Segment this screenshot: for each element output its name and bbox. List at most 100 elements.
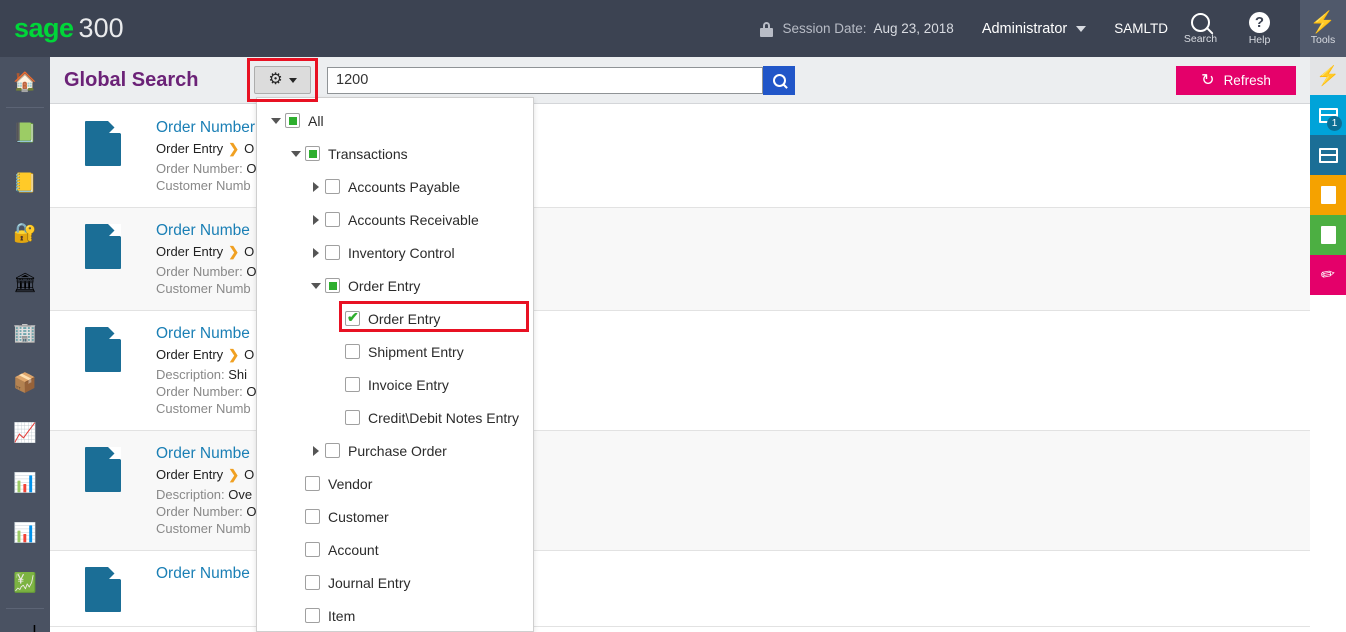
detail-label: Order Number: bbox=[156, 264, 247, 279]
filter-tree-node[interactable]: Journal Entry bbox=[257, 566, 533, 599]
filter-tree-node[interactable]: Purchase Order bbox=[257, 434, 533, 467]
tree-expand-toggle-closed[interactable] bbox=[313, 445, 319, 456]
filter-checkbox[interactable] bbox=[325, 179, 340, 194]
pencil-icon: ✏ bbox=[1319, 263, 1337, 286]
filter-checkbox[interactable] bbox=[345, 309, 360, 326]
tools-button[interactable]: ⚡ Tools bbox=[1300, 0, 1346, 57]
filter-checkbox[interactable] bbox=[325, 443, 340, 458]
tree-expand-toggle-open[interactable] bbox=[271, 117, 281, 124]
sidebar-item-tax-services[interactable]: 💹 bbox=[0, 558, 50, 608]
search-filter-dropdown[interactable]: All Transactions Accounts Payable Accounts … bbox=[256, 97, 534, 632]
sidebar-item-home[interactable]: 🏠 bbox=[0, 57, 50, 107]
refresh-button[interactable]: ↻ Refresh bbox=[1176, 66, 1296, 95]
detail-label: Order Number: bbox=[156, 384, 247, 399]
tree-expand-toggle-open[interactable] bbox=[311, 282, 321, 289]
sidebar-item-inventory-control[interactable]: 📦 bbox=[0, 358, 50, 408]
filter-tree-node[interactable]: Invoice Entry bbox=[257, 368, 533, 401]
tool-tile-tools-panel[interactable]: ⚡ bbox=[1310, 57, 1346, 95]
filter-checkbox[interactable] bbox=[345, 344, 360, 359]
search-button-top[interactable]: Search bbox=[1174, 0, 1227, 57]
search-settings-button[interactable]: ⚙ bbox=[254, 66, 311, 94]
filter-tree-node[interactable]: Customer bbox=[257, 500, 533, 533]
filter-checkbox[interactable] bbox=[325, 245, 340, 260]
tree-twisty-cell[interactable] bbox=[287, 150, 305, 157]
filter-tree-node[interactable]: Shipment Entry bbox=[257, 335, 533, 368]
filter-checkbox[interactable] bbox=[305, 146, 320, 161]
sage300-logo[interactable]: sage 300 bbox=[14, 13, 124, 44]
tools-button-label: Tools bbox=[1310, 33, 1336, 46]
filter-checkbox[interactable] bbox=[305, 542, 320, 557]
collapse-arrow-icon: →| bbox=[13, 623, 37, 632]
filter-checkbox[interactable] bbox=[305, 608, 320, 623]
filter-checkbox[interactable] bbox=[345, 377, 360, 392]
tool-tile-recent-windows[interactable] bbox=[1310, 135, 1346, 175]
filter-tree-node[interactable]: Transactions bbox=[257, 137, 533, 170]
filter-tree-node[interactable]: Credit\Debit Notes Entry bbox=[257, 401, 533, 434]
filter-tree-node[interactable]: Account bbox=[257, 533, 533, 566]
tree-twisty-cell[interactable] bbox=[307, 247, 325, 258]
filter-tree-node[interactable]: Order Entry bbox=[257, 301, 533, 335]
search-results-list[interactable]: Order Number Order Entry ❯ O Order Number: O… bbox=[50, 105, 1310, 632]
filter-tree-node[interactable]: Accounts Payable bbox=[257, 170, 533, 203]
sidebar-item-project-job-costing[interactable]: 📊 bbox=[0, 508, 50, 558]
search-input[interactable] bbox=[327, 66, 763, 94]
filter-node-label: Credit\Debit Notes Entry bbox=[368, 409, 519, 426]
filter-checkbox[interactable] bbox=[305, 509, 320, 524]
gear-icon: ⚙ bbox=[268, 71, 283, 88]
filter-tree-node[interactable]: All bbox=[257, 104, 533, 137]
right-tool-sidebar: ⚡ 1 ✏ bbox=[1310, 57, 1346, 632]
filter-checkbox[interactable] bbox=[305, 476, 320, 491]
filter-checkbox[interactable] bbox=[305, 575, 320, 590]
result-row[interactable]: Order Numbe bbox=[50, 551, 1310, 627]
tree-expand-toggle-open[interactable] bbox=[291, 150, 301, 157]
filter-node-label: Order Entry bbox=[368, 310, 441, 327]
filter-tree-node[interactable]: Accounts Receivable bbox=[257, 203, 533, 236]
filter-tree-node[interactable]: Vendor bbox=[257, 467, 533, 500]
sidebar-item-general-ledger[interactable]: 📗 bbox=[0, 108, 50, 158]
filter-node-label: Vendor bbox=[328, 475, 373, 492]
sidebar-item-common-services[interactable]: 🏢 bbox=[0, 308, 50, 358]
breadcrumb-child: O bbox=[244, 347, 255, 362]
help-button[interactable]: ? Help bbox=[1233, 0, 1286, 57]
result-row[interactable]: Order Numbe Order Entry ❯ O Description: Shi… bbox=[50, 311, 1310, 431]
result-row[interactable]: Order Numbe Order Entry ❯ O Order Number: OC… bbox=[50, 208, 1310, 311]
filter-tree-node[interactable]: Inventory Control bbox=[257, 236, 533, 269]
tree-twisty-cell[interactable] bbox=[307, 282, 325, 289]
tree-twisty-cell[interactable] bbox=[307, 445, 325, 456]
filter-node-label: Purchase Order bbox=[348, 442, 447, 459]
tree-expand-toggle-closed[interactable] bbox=[313, 181, 319, 192]
tool-tile-reports[interactable] bbox=[1310, 175, 1346, 215]
search-submit-button[interactable] bbox=[763, 65, 795, 95]
sidebar-item-purchase-orders[interactable]: 📊 bbox=[0, 458, 50, 508]
tool-tile-notes[interactable]: ✏ bbox=[1310, 255, 1346, 295]
sidebar-item-administrative-services[interactable]: 🔐 bbox=[0, 208, 50, 258]
tree-expand-toggle-closed[interactable] bbox=[313, 214, 319, 225]
detail-value: O bbox=[246, 161, 257, 176]
filter-checkbox[interactable] bbox=[345, 410, 360, 425]
filter-checkbox[interactable] bbox=[285, 113, 300, 128]
sidebar-item-bank-services[interactable]: 🏛 bbox=[0, 258, 50, 308]
user-menu[interactable]: Administrator bbox=[982, 21, 1087, 37]
result-row[interactable]: Order Numbe Order Entry ❯ O Description: Ove… bbox=[50, 431, 1310, 551]
tool-tile-inquiry[interactable] bbox=[1310, 215, 1346, 255]
filter-checkbox[interactable] bbox=[325, 212, 340, 227]
main-content: Global Search ⚙ ↻ Refresh Order NumberOr… bbox=[50, 57, 1310, 632]
filter-tree-node[interactable]: Item bbox=[257, 599, 533, 631]
tree-expand-toggle-closed[interactable] bbox=[313, 247, 319, 258]
tree-twisty-cell[interactable] bbox=[307, 181, 325, 192]
filter-tree-node[interactable]: Order Entry bbox=[257, 269, 533, 302]
filter-node-label: Inventory Control bbox=[348, 244, 455, 261]
tool-tile-open-windows[interactable]: 1 bbox=[1310, 95, 1346, 135]
result-row[interactable]: Order Number Order Entry ❯ O Order Number: O… bbox=[50, 105, 1310, 208]
sidebar-item-accounts-payable[interactable]: 📒 bbox=[0, 158, 50, 208]
detail-value: O bbox=[246, 264, 257, 279]
tree-twisty-cell[interactable] bbox=[307, 214, 325, 225]
filter-checkbox[interactable] bbox=[325, 278, 340, 293]
result-icon-cell bbox=[50, 565, 156, 612]
sidebar-item-collapse-menu[interactable]: →| bbox=[0, 609, 50, 632]
session-date-value[interactable]: Aug 23, 2018 bbox=[873, 21, 953, 36]
filter-node-label: Customer bbox=[328, 508, 389, 525]
orange-chart-icon: 📊 bbox=[13, 523, 37, 544]
tree-twisty-cell[interactable] bbox=[267, 117, 285, 124]
sidebar-item-order-entry[interactable]: 📈 bbox=[0, 408, 50, 458]
